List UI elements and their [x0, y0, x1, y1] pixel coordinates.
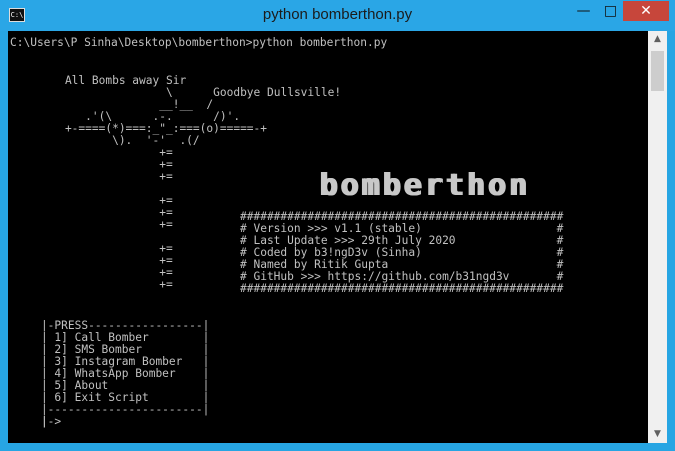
title-bar[interactable]: C:\ python bomberthon.py — □ ✕ [0, 0, 675, 31]
scroll-up-icon[interactable]: ▲ [648, 31, 667, 48]
input-prompt[interactable]: |-> [14, 416, 61, 428]
maximize-button[interactable]: □ [597, 1, 624, 21]
scroll-down-icon[interactable]: ▼ [648, 426, 667, 443]
scrollbar-thumb[interactable] [651, 51, 664, 91]
info-box: ########################################… [240, 210, 564, 295]
close-button[interactable]: ✕ [623, 1, 669, 21]
bomberthon-logo: bomberthon [318, 167, 530, 203]
vertical-scrollbar[interactable]: ▲ ▼ [648, 31, 667, 443]
console-window: C:\ python bomberthon.py — □ ✕ C:\Users\… [0, 0, 675, 451]
command-line: C:\Users\P Sinha\Desktop\bomberthon>pyth… [10, 36, 388, 49]
minimize-button[interactable]: — [570, 1, 597, 21]
menu-box: |-PRESS-----------------| | 1] Call Bomb… [40, 319, 210, 428]
console-output[interactable]: C:\Users\P Sinha\Desktop\bomberthon>pyth… [8, 31, 648, 443]
